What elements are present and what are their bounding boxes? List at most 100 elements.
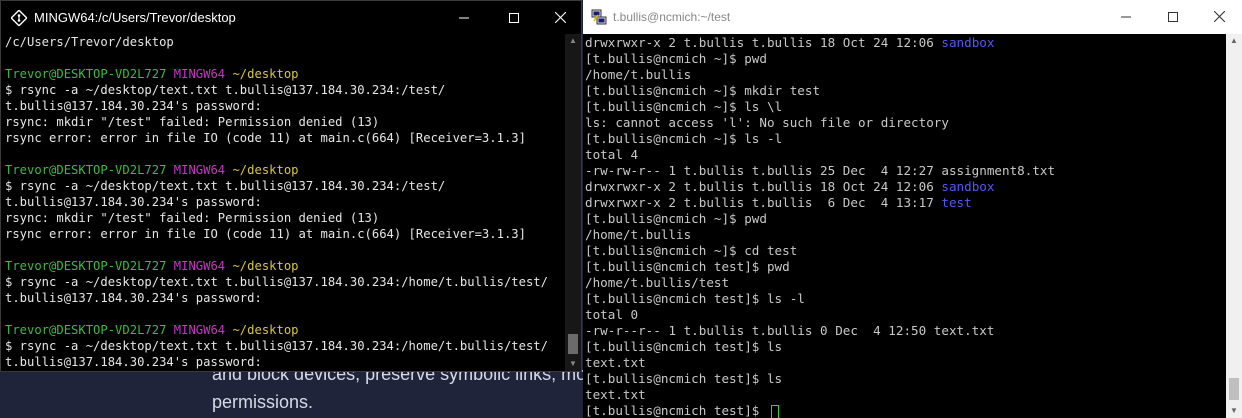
putty-line-text: drwxrwxr-x 2 t.bullis t.bullis 6 Dec 4 1… — [585, 195, 942, 210]
mingw-terminal-line: $ rsync -a ~/desktop/text.txt t.bullis@1… — [5, 338, 567, 354]
mingw-terminal-line: rsync error: error in file IO (code 11) … — [5, 226, 567, 242]
putty-line-text: [t.bullis@ncmich ~]$ ls -l — [585, 131, 783, 146]
mingw-line-text: MINGW64 — [173, 259, 233, 273]
putty-terminal-line: drwxrwxr-x 2 t.bullis t.bullis 6 Dec 4 1… — [585, 195, 1226, 211]
putty-terminal-output[interactable]: drwxrwxr-x 2 t.bullis t.bullis 18 Oct 24… — [583, 35, 1226, 418]
mingw-line-text: Trevor@DESKTOP-VD2L727 — [5, 323, 174, 337]
mingw-terminal-window[interactable]: MINGW64:/c/Users/Trevor/desktop /c/Users… — [0, 0, 582, 372]
mingw-line-text: rsync: mkdir "/test" failed: Permission … — [5, 211, 380, 225]
putty-terminal-line: [t.bullis@ncmich ~]$ mkdir test — [585, 83, 1226, 99]
close-icon — [1213, 11, 1225, 22]
mingw-line-text: /c/Users/Trevor/desktop — [5, 35, 174, 49]
putty-terminal-line: [t.bullis@ncmich ~]$ pwd — [585, 211, 1226, 227]
putty-line-text: /home/t.bullis — [585, 227, 692, 242]
putty-line-text: [t.bullis@ncmich test]$ — [585, 403, 767, 418]
mingw-line-text: t.bullis@137.184.30.234's password: — [5, 291, 262, 305]
minimize-button[interactable] — [1103, 0, 1149, 33]
mingw-terminal-line — [5, 306, 567, 322]
maximize-button[interactable] — [491, 1, 537, 34]
mingw-scrollbar[interactable]: ▲ ▼ — [565, 34, 581, 371]
mingw-terminal-line — [5, 146, 567, 162]
putty-line-text: text.txt — [585, 355, 646, 370]
mingw-line-text: rsync error: error in file IO (code 11) … — [5, 227, 526, 241]
mingw-line-text: t.bullis@137.184.30.234's password: — [5, 195, 262, 209]
putty-terminal-line: drwxrwxr-x 2 t.bullis t.bullis 18 Oct 24… — [585, 35, 1226, 51]
mingw-terminal-line: Trevor@DESKTOP-VD2L727 MINGW64 ~/desktop — [5, 258, 567, 274]
scroll-down-icon[interactable]: ▼ — [565, 357, 581, 371]
maximize-icon — [1168, 11, 1178, 22]
putty-line-text: drwxrwxr-x 2 t.bullis t.bullis 18 Oct 24… — [585, 35, 942, 50]
mingw-line-text: Trevor@DESKTOP-VD2L727 — [5, 163, 174, 177]
background-line-2: permissions. — [212, 392, 314, 412]
putty-line-text: total 4 — [585, 147, 639, 162]
putty-line-text: text.txt — [585, 387, 646, 402]
putty-line-text: drwxrwxr-x 2 t.bullis t.bullis 18 Oct 24… — [585, 179, 942, 194]
mingw-terminal-line: rsync error: error in file IO (code 11) … — [5, 130, 567, 146]
mingw-line-text: $ rsync -a ~/desktop/text.txt t.bullis@1… — [5, 83, 446, 97]
close-icon — [554, 12, 566, 23]
putty-line-text: sandbox — [941, 35, 995, 50]
mingw-line-text: $ rsync -a ~/desktop/text.txt t.bullis@1… — [5, 275, 548, 289]
putty-terminal-line: total 0 — [585, 307, 1226, 323]
scroll-up-icon[interactable]: ▲ — [565, 34, 581, 48]
putty-line-text: [t.bullis@ncmich ~]$ pwd — [585, 51, 767, 66]
putty-scroll-thumb[interactable] — [1229, 378, 1239, 400]
mingw-terminal-line: t.bullis@137.184.30.234's password: — [5, 354, 567, 370]
minimize-icon — [459, 17, 469, 18]
mingw-scroll-thumb[interactable] — [568, 334, 578, 354]
mingw-line-text: Trevor@DESKTOP-VD2L727 — [5, 67, 174, 81]
mingw-terminal-line: rsync: mkdir "/test" failed: Permission … — [5, 114, 567, 130]
git-bash-icon — [11, 9, 27, 26]
mingw-window-title: MINGW64:/c/Users/Trevor/desktop — [34, 10, 236, 25]
mingw-line-text: rsync: mkdir "/test" failed: Permission … — [5, 115, 380, 129]
mingw-terminal-line — [5, 50, 567, 66]
putty-terminal-line: [t.bullis@ncmich ~]$ pwd — [585, 51, 1226, 67]
close-button[interactable] — [537, 1, 583, 34]
putty-terminal-line: text.txt — [585, 355, 1226, 371]
close-button[interactable] — [1196, 0, 1242, 33]
putty-line-text: [t.bullis@ncmich ~]$ mkdir test — [585, 83, 821, 98]
putty-terminal-line: -rw-r--r-- 1 t.bullis t.bullis 0 Dec 4 1… — [585, 323, 1226, 339]
mingw-terminal-line: $ rsync -a ~/desktop/text.txt t.bullis@1… — [5, 274, 567, 290]
putty-line-text: -rw-rw-r-- 1 t.bullis t.bullis 25 Dec 4 … — [585, 163, 1056, 178]
putty-terminal-window[interactable]: t.bullis@ncmich:~/test drwxrwxr-x 2 t.bu… — [583, 0, 1242, 418]
mingw-line-text: ~/desktop — [232, 67, 299, 81]
scroll-down-icon[interactable]: ▼ — [1226, 404, 1242, 418]
mingw-line-text: $ rsync -a ~/desktop/text.txt t.bullis@1… — [5, 339, 548, 353]
mingw-terminal-line: $ rsync -a ~/desktop/text.txt t.bullis@1… — [5, 82, 567, 98]
putty-window-title: t.bullis@ncmich:~/test — [613, 10, 731, 24]
putty-line-text: [t.bullis@ncmich test]$ ls — [585, 339, 783, 354]
putty-line-text: total 0 — [585, 307, 639, 322]
mingw-line-text: Trevor@DESKTOP-VD2L727 — [5, 259, 174, 273]
mingw-terminal-line: Trevor@DESKTOP-VD2L727 MINGW64 ~/desktop — [5, 162, 567, 178]
putty-terminal-line: ls: cannot access 'l': No such file or d… — [585, 115, 1226, 131]
mingw-terminal-line: $ rsync -a ~/desktop/text.txt t.bullis@1… — [5, 178, 567, 194]
putty-terminal-line: [t.bullis@ncmich test]$ ls — [585, 371, 1226, 387]
putty-terminal-line: /home/t.bullis/test — [585, 275, 1226, 291]
mingw-line-text: ~/desktop — [232, 163, 299, 177]
mingw-titlebar[interactable]: MINGW64:/c/Users/Trevor/desktop — [1, 1, 581, 34]
putty-line-text: -rw-r--r-- 1 t.bullis t.bullis 0 Dec 4 1… — [585, 323, 995, 338]
mingw-terminal-line: Trevor@DESKTOP-VD2L727 MINGW64 ~/desktop — [5, 322, 567, 338]
mingw-terminal-line: /c/Users/Trevor/desktop — [5, 34, 567, 50]
putty-titlebar[interactable]: t.bullis@ncmich:~/test — [583, 0, 1242, 34]
putty-terminal-line: text.txt — [585, 387, 1226, 403]
putty-line-text: [t.bullis@ncmich test]$ ls -l — [585, 291, 805, 306]
putty-line-text: /home/t.bullis/test — [585, 275, 730, 290]
putty-terminal-line: /home/t.bullis — [585, 227, 1226, 243]
mingw-line-text: ~/desktop — [232, 323, 299, 337]
putty-terminal-line: [t.bullis@ncmich ~]$ ls \l — [585, 99, 1226, 115]
minimize-icon — [1121, 16, 1131, 17]
maximize-button[interactable] — [1150, 0, 1196, 33]
mingw-terminal-output[interactable]: /c/Users/Trevor/desktop Trevor@DESKTOP-VD… — [1, 34, 567, 371]
mingw-line-text: MINGW64 — [173, 163, 233, 177]
minimize-button[interactable] — [441, 1, 487, 34]
putty-scrollbar[interactable]: ▲ ▼ — [1226, 34, 1242, 418]
putty-terminal-line: drwxrwxr-x 2 t.bullis t.bullis 18 Oct 24… — [585, 179, 1226, 195]
putty-terminal-line: [t.bullis@ncmich test]$ ls -l — [585, 291, 1226, 307]
putty-terminal-line: [t.bullis@ncmich ~]$ cd test — [585, 243, 1226, 259]
scroll-up-icon[interactable]: ▲ — [1226, 34, 1242, 48]
putty-terminal-line: [t.bullis@ncmich test]$ — [585, 403, 1226, 418]
mingw-line-text: MINGW64 — [173, 323, 233, 337]
putty-line-text: [t.bullis@ncmich ~]$ cd test — [585, 243, 798, 258]
